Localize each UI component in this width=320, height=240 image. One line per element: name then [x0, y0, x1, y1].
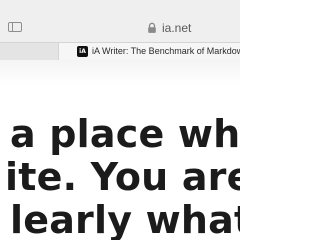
- hero-text-line-3: learly what yo: [10, 198, 240, 240]
- address-text: ia.net: [162, 21, 192, 35]
- tab-ia-writer[interactable]: iA iA Writer: The Benchmark of Markdown …: [58, 43, 240, 60]
- lock-icon: [148, 22, 156, 33]
- page-content: a place wher ite. You are fu learly what…: [0, 60, 240, 240]
- address-bar[interactable]: ia.net: [146, 20, 236, 36]
- sidebar-icon[interactable]: [8, 22, 22, 32]
- tab-strip: iA iA Writer: The Benchmark of Markdown …: [0, 42, 240, 60]
- hero-text-line-1: a place wher: [10, 112, 240, 156]
- ia-favicon-icon: iA: [77, 46, 88, 57]
- tab-title: iA Writer: The Benchmark of Markdown Wri…: [92, 46, 240, 56]
- hero-text-line-2: ite. You are fu: [5, 155, 240, 199]
- browser-toolbar: ia.net iA iA Writer: The Benchmark of Ma…: [0, 0, 240, 60]
